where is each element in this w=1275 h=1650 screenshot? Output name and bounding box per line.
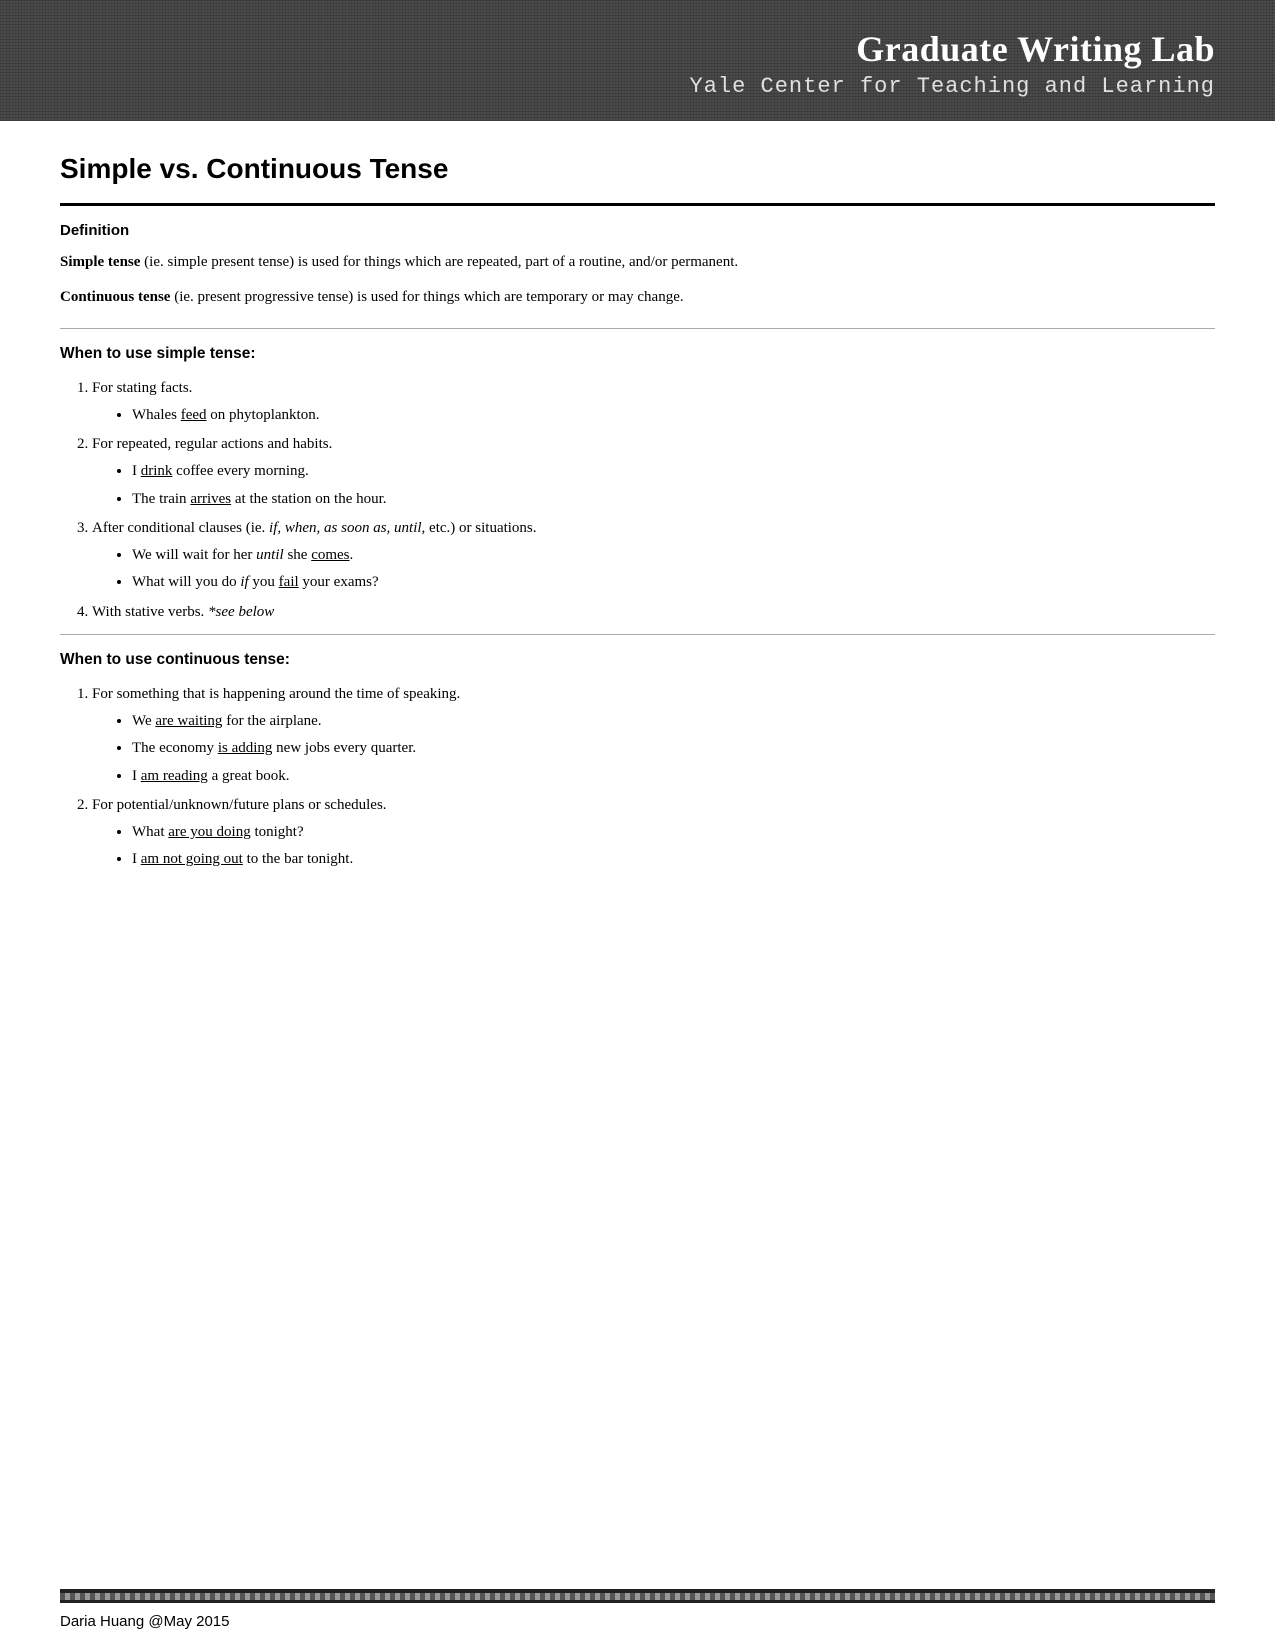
simple-bullet-3-2-underline: fail bbox=[279, 574, 299, 590]
footer-bar-pattern bbox=[60, 1593, 1215, 1600]
footer-divider: Daria Huang @May 2015 bbox=[0, 1589, 1275, 1650]
continuous-tense-section: When to use continuous tense: For someth… bbox=[60, 651, 1215, 872]
definition-heading: Definition bbox=[60, 222, 1215, 239]
continuous-bullet-2-1: What are you doing tonight? bbox=[132, 821, 1215, 844]
main-content: Simple vs. Continuous Tense Definition S… bbox=[0, 121, 1275, 1589]
definition-section: Definition Simple tense (ie. simple pres… bbox=[60, 222, 1215, 310]
header: Graduate Writing Lab Yale Center for Tea… bbox=[0, 0, 1275, 121]
simple-item-3-label: After conditional clauses (ie. if, when,… bbox=[92, 520, 537, 536]
simple-tense-def: Simple tense (ie. simple present tense) … bbox=[60, 251, 1215, 310]
simple-bullet-3-2-italic: if bbox=[240, 574, 248, 590]
simple-item-4-label: With stative verbs. *see below bbox=[92, 604, 274, 620]
continuous-tense-desc: (ie. present progressive tense) is used … bbox=[170, 289, 683, 305]
divider-2 bbox=[60, 634, 1215, 635]
footer-lines bbox=[60, 1589, 1215, 1603]
simple-bullet-2-2: The train arrives at the station on the … bbox=[132, 488, 1215, 511]
footer-bar-thin bbox=[60, 1600, 1215, 1603]
header-title: Graduate Writing Lab bbox=[60, 28, 1215, 70]
simple-item-1: For stating facts. Whales feed on phytop… bbox=[92, 377, 1215, 428]
continuous-bullet-1-1: We are waiting for the airplane. bbox=[132, 710, 1215, 733]
simple-bullet-1-1-underline: feed bbox=[181, 407, 207, 423]
page-title: Simple vs. Continuous Tense bbox=[60, 153, 1215, 185]
continuous-bullet-2-1-underline: are you doing bbox=[168, 824, 250, 840]
simple-item-2-label: For repeated, regular actions and habits… bbox=[92, 436, 332, 452]
simple-item-4-italic: *see below bbox=[208, 604, 274, 620]
simple-tense-paragraph: Simple tense (ie. simple present tense) … bbox=[60, 251, 1215, 274]
simple-bullet-3-1-italic: until bbox=[256, 547, 284, 563]
continuous-item-2-bullets: What are you doing tonight? I am not goi… bbox=[132, 821, 1215, 872]
header-subtitle: Yale Center for Teaching and Learning bbox=[60, 74, 1215, 99]
simple-tense-section: When to use simple tense: For stating fa… bbox=[60, 345, 1215, 624]
simple-item-2-bullets: I drink coffee every morning. The train … bbox=[132, 460, 1215, 511]
footer-text: Daria Huang @May 2015 bbox=[0, 1603, 1275, 1650]
page: Graduate Writing Lab Yale Center for Tea… bbox=[0, 0, 1275, 1650]
simple-item-3-bullets: We will wait for her until she comes. Wh… bbox=[132, 544, 1215, 595]
continuous-item-1-bullets: We are waiting for the airplane. The eco… bbox=[132, 710, 1215, 788]
continuous-bullet-1-3-underline: am reading bbox=[141, 768, 208, 784]
simple-bullet-1-1: Whales feed on phytoplankton. bbox=[132, 404, 1215, 427]
simple-item-1-label: For stating facts. bbox=[92, 380, 192, 396]
continuous-item-1-label: For something that is happening around t… bbox=[92, 686, 460, 702]
continuous-bullet-2-2-underline: am not going out bbox=[141, 851, 243, 867]
continuous-bullet-1-2-underline: is adding bbox=[218, 740, 273, 756]
simple-bullet-3-1-underline: comes bbox=[311, 547, 349, 563]
simple-tense-term: Simple tense bbox=[60, 254, 140, 270]
divider-1 bbox=[60, 328, 1215, 329]
continuous-item-1: For something that is happening around t… bbox=[92, 683, 1215, 788]
simple-tense-desc: (ie. simple present tense) is used for t… bbox=[140, 254, 738, 270]
simple-bullet-3-1: We will wait for her until she comes. bbox=[132, 544, 1215, 567]
simple-item-4: With stative verbs. *see below bbox=[92, 601, 1215, 624]
continuous-item-2: For potential/unknown/future plans or sc… bbox=[92, 794, 1215, 872]
simple-item-3: After conditional clauses (ie. if, when,… bbox=[92, 517, 1215, 595]
continuous-bullet-2-2: I am not going out to the bar tonight. bbox=[132, 848, 1215, 871]
simple-item-1-bullets: Whales feed on phytoplankton. bbox=[132, 404, 1215, 427]
continuous-tense-term: Continuous tense bbox=[60, 289, 170, 305]
continuous-bullet-1-3: I am reading a great book. bbox=[132, 765, 1215, 788]
simple-tense-list: For stating facts. Whales feed on phytop… bbox=[92, 377, 1215, 624]
simple-bullet-3-2: What will you do if you fail your exams? bbox=[132, 571, 1215, 594]
simple-item-3-italic: if, when, as soon as, until bbox=[269, 520, 422, 536]
simple-bullet-2-2-underline: arrives bbox=[190, 491, 231, 507]
continuous-bullet-1-1-underline: are waiting bbox=[155, 713, 222, 729]
continuous-tense-list: For something that is happening around t… bbox=[92, 683, 1215, 872]
top-rule bbox=[60, 203, 1215, 206]
simple-bullet-2-1-underline: drink bbox=[141, 463, 173, 479]
simple-bullet-2-1: I drink coffee every morning. bbox=[132, 460, 1215, 483]
continuous-bullet-1-2: The economy is adding new jobs every qua… bbox=[132, 737, 1215, 760]
when-simple-heading: When to use simple tense: bbox=[60, 345, 1215, 363]
continuous-item-2-label: For potential/unknown/future plans or sc… bbox=[92, 797, 387, 813]
when-continuous-heading: When to use continuous tense: bbox=[60, 651, 1215, 669]
simple-item-2: For repeated, regular actions and habits… bbox=[92, 433, 1215, 511]
continuous-tense-paragraph: Continuous tense (ie. present progressiv… bbox=[60, 286, 1215, 309]
